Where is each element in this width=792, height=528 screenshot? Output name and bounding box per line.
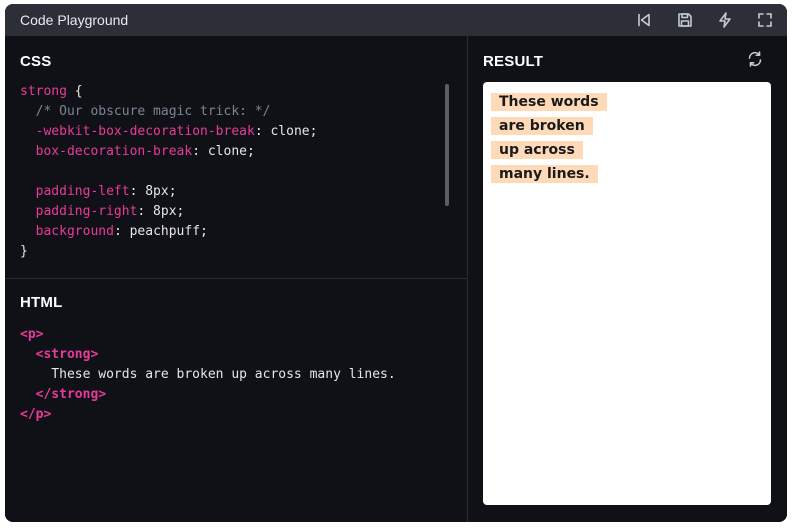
css-code-token bbox=[20, 184, 36, 199]
html-code-token: </strong> bbox=[35, 387, 107, 402]
css-code-token: strong bbox=[20, 84, 67, 99]
window-title: Code Playground bbox=[20, 12, 129, 28]
css-heading: CSS bbox=[20, 53, 52, 70]
html-code-token: These words are broken up across many li… bbox=[20, 367, 396, 382]
result-panel: RESULT These words are broken up across … bbox=[468, 36, 787, 522]
css-code-line: padding-right: 8px; bbox=[20, 202, 317, 222]
html-code-line: </p> bbox=[20, 405, 396, 425]
title-bar: Code Playground bbox=[5, 4, 787, 36]
save-icon[interactable] bbox=[676, 11, 694, 29]
css-code-token: -webkit-box-decoration-break bbox=[35, 124, 255, 139]
css-code-token: : peachpuff; bbox=[113, 224, 208, 239]
css-code-token bbox=[20, 224, 36, 239]
css-code-line: -webkit-box-decoration-break: clone; bbox=[20, 122, 318, 142]
html-code-line: <strong> bbox=[20, 345, 396, 365]
css-code-token bbox=[20, 124, 36, 139]
css-code-token: : clone; bbox=[192, 144, 255, 159]
css-editor[interactable]: strong { /* Our obscure magic trick: */ … bbox=[20, 82, 317, 262]
panel-divider bbox=[5, 278, 467, 279]
html-code-token bbox=[20, 347, 36, 362]
code-playground-window: Code Playground CSS strong {/* Our obsc… bbox=[5, 4, 787, 522]
result-preview: These words are broken up across many li… bbox=[483, 82, 771, 505]
result-paragraph: These words are broken up across many li… bbox=[491, 90, 609, 186]
css-code-token: box-decoration-break bbox=[35, 144, 193, 159]
css-code-token: /* Our obscure magic trick: */ bbox=[20, 104, 271, 119]
css-code-line: background: peachpuff; bbox=[20, 222, 317, 242]
refresh-icon[interactable] bbox=[746, 50, 764, 68]
editor-panel: CSS strong { /* Our obscure magic trick:… bbox=[5, 36, 467, 522]
css-code-token bbox=[20, 144, 36, 159]
html-code-token: <strong> bbox=[35, 347, 99, 362]
css-code-line: /* Our obscure magic trick: */ bbox=[20, 102, 317, 122]
css-code-token: { bbox=[66, 84, 83, 99]
html-code-line: <p> bbox=[20, 325, 396, 345]
html-code-line: </strong> bbox=[20, 385, 396, 405]
result-strong-text: These words are broken up across many li… bbox=[491, 93, 607, 183]
reset-icon[interactable] bbox=[635, 11, 653, 29]
html-code-token: </p> bbox=[20, 407, 52, 422]
css-editor-scrollbar[interactable] bbox=[445, 84, 449, 206]
css-code-token: : 8px; bbox=[137, 204, 185, 219]
css-code-line: } bbox=[20, 242, 317, 262]
format-icon[interactable] bbox=[716, 11, 734, 29]
css-code-token: background bbox=[35, 224, 114, 239]
html-code-token: <p> bbox=[20, 327, 44, 342]
html-code-line: These words are broken up across many li… bbox=[20, 365, 396, 385]
html-editor[interactable]: <p> <strong> These words are broken up a… bbox=[20, 325, 396, 425]
css-code-token: : 8px; bbox=[129, 184, 177, 199]
fullscreen-icon[interactable] bbox=[756, 11, 774, 29]
css-code-token: padding-right bbox=[35, 204, 138, 219]
css-code-token: padding-left bbox=[35, 184, 130, 199]
css-code-token bbox=[20, 204, 36, 219]
html-code-token bbox=[20, 387, 36, 402]
html-heading: HTML bbox=[20, 294, 63, 311]
css-code-line: strong { bbox=[20, 82, 317, 102]
css-code-line bbox=[20, 162, 317, 182]
result-heading: RESULT bbox=[483, 53, 544, 70]
css-code-line: padding-left: 8px; bbox=[20, 182, 317, 202]
css-code-line: box-decoration-break: clone; bbox=[20, 142, 317, 162]
css-code-token: } bbox=[20, 244, 28, 259]
css-code-token: : clone; bbox=[254, 124, 318, 139]
